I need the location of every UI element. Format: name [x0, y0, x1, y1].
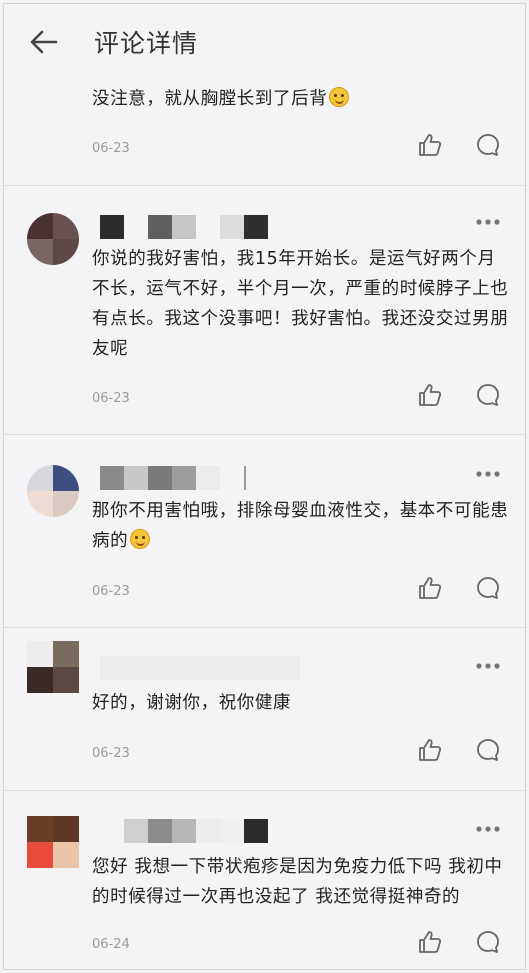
- more-icon[interactable]: [475, 218, 501, 226]
- divider: [4, 627, 525, 628]
- comment-detail-screen: 评论详情 没注意，就从胸膛长到了后背 06-23 你说的我好害怕，我15年开始长…: [3, 3, 526, 970]
- divider: [4, 434, 525, 435]
- comment-date: 06-23: [92, 746, 130, 761]
- reply-icon[interactable]: [475, 382, 501, 408]
- username-mosaic[interactable]: [100, 819, 268, 843]
- reply-text: 没注意，就从胸膛长到了后背: [92, 84, 510, 114]
- comment-date: 06-23: [92, 584, 130, 599]
- avatar[interactable]: [27, 465, 79, 517]
- like-icon[interactable]: [417, 575, 443, 601]
- username-mosaic[interactable]: [100, 656, 300, 680]
- comment-date: 06-23: [92, 391, 130, 406]
- reply-icon[interactable]: [475, 929, 501, 955]
- laughing-emoji-icon: [329, 87, 350, 107]
- more-icon[interactable]: [475, 825, 501, 833]
- reply-icon[interactable]: [475, 575, 501, 601]
- comment-text: 你说的我好害怕，我15年开始长。是运气好两个月不长，运气不好，半个月一次，严重的…: [92, 249, 509, 359]
- username-mosaic[interactable]: [100, 215, 268, 239]
- like-icon[interactable]: [417, 382, 443, 408]
- divider: [4, 185, 525, 186]
- like-icon[interactable]: [417, 132, 443, 158]
- username-mosaic[interactable]: [100, 466, 246, 490]
- comment-date: 06-24: [92, 937, 130, 952]
- comment-text: 您好 我想一下带状疱疹是因为免疫力低下吗 我初中的时候得过一次再也没起了 我还觉…: [92, 857, 503, 907]
- header-bar: 评论详情: [4, 4, 525, 76]
- more-icon[interactable]: [475, 662, 501, 670]
- arrow-left-icon[interactable]: [28, 26, 60, 58]
- reply-icon[interactable]: [475, 737, 501, 763]
- avatar[interactable]: [27, 816, 79, 868]
- divider: [4, 790, 525, 791]
- smile-emoji-icon: [130, 529, 151, 549]
- comment-text: 好的，谢谢你，祝你健康: [92, 693, 292, 713]
- reply-icon[interactable]: [475, 132, 501, 158]
- avatar[interactable]: [27, 213, 79, 265]
- like-icon[interactable]: [417, 737, 443, 763]
- reply-date: 06-23: [92, 141, 130, 156]
- comment-text: 那你不用害怕哦，排除母婴血液性交，基本不可能患病的: [92, 501, 509, 551]
- avatar[interactable]: [27, 641, 79, 693]
- like-icon[interactable]: [417, 929, 443, 955]
- page-title: 评论详情: [94, 29, 199, 58]
- more-icon[interactable]: [475, 470, 501, 478]
